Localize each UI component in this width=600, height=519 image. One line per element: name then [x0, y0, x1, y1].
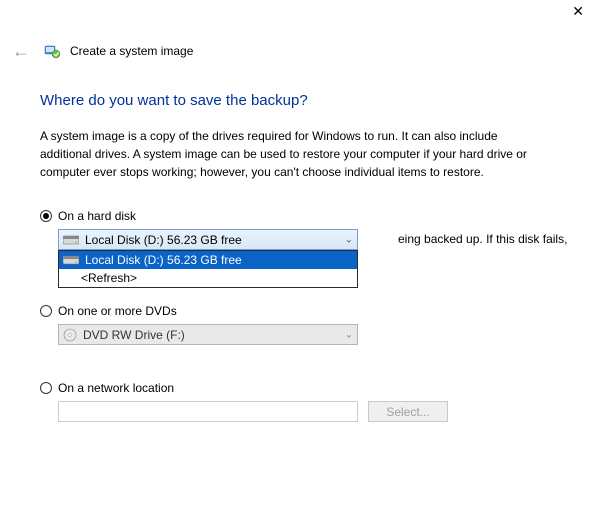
back-arrow-icon[interactable]: ← — [8, 42, 34, 60]
close-icon[interactable]: ✕ — [564, 0, 592, 23]
combo-item-local-disk-d[interactable]: Local Disk (D:) 56.23 GB free — [59, 251, 357, 269]
radio-hard-disk[interactable] — [40, 210, 52, 222]
dvd-drive-icon — [63, 328, 77, 342]
hard-disk-combo-text: Local Disk (D:) 56.23 GB free — [85, 233, 242, 247]
system-image-icon — [44, 43, 60, 59]
radio-network[interactable] — [40, 382, 52, 394]
hard-drive-icon — [63, 234, 79, 246]
radio-network-label: On a network location — [58, 381, 174, 395]
page-description: A system image is a copy of the drives r… — [40, 127, 540, 181]
warning-text-fragment: eing backed up. If this disk fails, — [398, 232, 567, 246]
hard-disk-combo[interactable]: Local Disk (D:) 56.23 GB free ⌄ Local Di… — [58, 229, 358, 250]
hard-drive-icon — [63, 254, 79, 266]
combo-item-refresh[interactable]: <Refresh> — [59, 269, 357, 287]
chevron-down-icon: ⌄ — [345, 329, 353, 340]
hard-disk-combo-list: Local Disk (D:) 56.23 GB free <Refresh> — [58, 250, 358, 288]
dvd-combo-text: DVD RW Drive (F:) — [83, 328, 185, 342]
radio-dvd-label: On one or more DVDs — [58, 304, 177, 318]
page-heading: Where do you want to save the backup? — [40, 92, 560, 109]
radio-hard-disk-label: On a hard disk — [58, 209, 136, 223]
select-button-label: Select... — [386, 405, 429, 419]
dvd-combo[interactable]: DVD RW Drive (F:) ⌄ — [58, 324, 358, 345]
combo-item-label: Local Disk (D:) 56.23 GB free — [85, 253, 242, 267]
radio-dvd[interactable] — [40, 305, 52, 317]
window-title: Create a system image — [70, 44, 193, 58]
header: ← Create a system image — [8, 42, 193, 60]
select-button: Select... — [368, 401, 448, 422]
network-path-input[interactable] — [58, 401, 358, 422]
combo-item-label: <Refresh> — [81, 271, 137, 285]
chevron-down-icon: ⌄ — [345, 234, 353, 245]
